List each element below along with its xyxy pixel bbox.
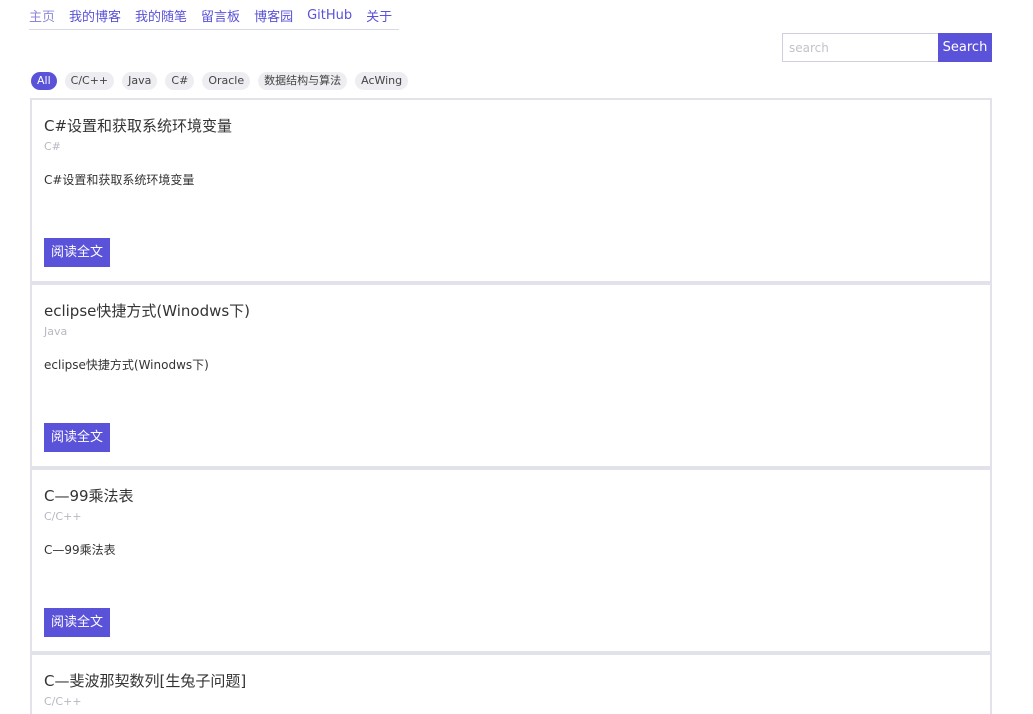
read-more-button[interactable]: 阅读全文 — [44, 423, 110, 452]
post-category: Java — [44, 325, 68, 338]
post-card: eclipse快捷方式(Winodws下) Java eclipse快捷方式(W… — [30, 283, 992, 468]
nav-item-github[interactable]: GitHub — [307, 8, 352, 23]
post-summary: eclipse快捷方式(Winodws下) — [44, 358, 209, 372]
read-more-button[interactable]: 阅读全文 — [44, 238, 110, 267]
post-title[interactable]: C#设置和获取系统环境变量 — [44, 115, 232, 136]
nav-item-cnblogs[interactable]: 博客园 — [254, 6, 293, 25]
post-summary: C#设置和获取系统环境变量 — [44, 173, 195, 187]
search-input[interactable] — [782, 33, 938, 62]
tag-all[interactable]: All — [31, 72, 57, 90]
tag-acwing[interactable]: AcWing — [355, 72, 409, 90]
tag-c-cpp[interactable]: C/C++ — [64, 72, 115, 90]
post-title[interactable]: C—99乘法表 — [44, 485, 134, 506]
post-title[interactable]: eclipse快捷方式(Winodws下) — [44, 300, 250, 321]
category-tags: All C/C++ Java C# Oracle 数据结构与算法 AcWing — [31, 72, 416, 90]
post-title[interactable]: C—斐波那契数列[生兔子问题] — [44, 670, 246, 691]
nav-item-home[interactable]: 主页 — [29, 6, 55, 25]
nav-item-about[interactable]: 关于 — [366, 6, 392, 25]
post-card: C—斐波那契数列[生兔子问题] C/C++ — [30, 653, 992, 714]
top-nav: 主页 我的博客 我的随笔 留言板 博客园 GitHub 关于 — [29, 0, 399, 30]
nav-item-my-essays[interactable]: 我的随笔 — [135, 6, 187, 25]
tag-java[interactable]: Java — [122, 72, 158, 90]
tag-data-structures[interactable]: 数据结构与算法 — [258, 72, 348, 90]
post-card: C—99乘法表 C/C++ C—99乘法表 阅读全文 — [30, 468, 992, 653]
nav-item-my-blog[interactable]: 我的博客 — [69, 6, 121, 25]
post-card: C#设置和获取系统环境变量 C# C#设置和获取系统环境变量 阅读全文 — [30, 98, 992, 283]
search-button[interactable]: Search — [938, 33, 992, 62]
read-more-button[interactable]: 阅读全文 — [44, 608, 110, 637]
post-summary: C—99乘法表 — [44, 543, 116, 557]
post-category: C/C++ — [44, 695, 82, 708]
tag-csharp[interactable]: C# — [165, 72, 195, 90]
post-category: C/C++ — [44, 510, 82, 523]
tag-oracle[interactable]: Oracle — [202, 72, 251, 90]
post-category: C# — [44, 140, 61, 153]
search-box: Search — [782, 33, 992, 62]
nav-item-message-board[interactable]: 留言板 — [201, 6, 240, 25]
blog-page: 主页 我的博客 我的随笔 留言板 博客园 GitHub 关于 Search Al… — [0, 0, 1033, 714]
